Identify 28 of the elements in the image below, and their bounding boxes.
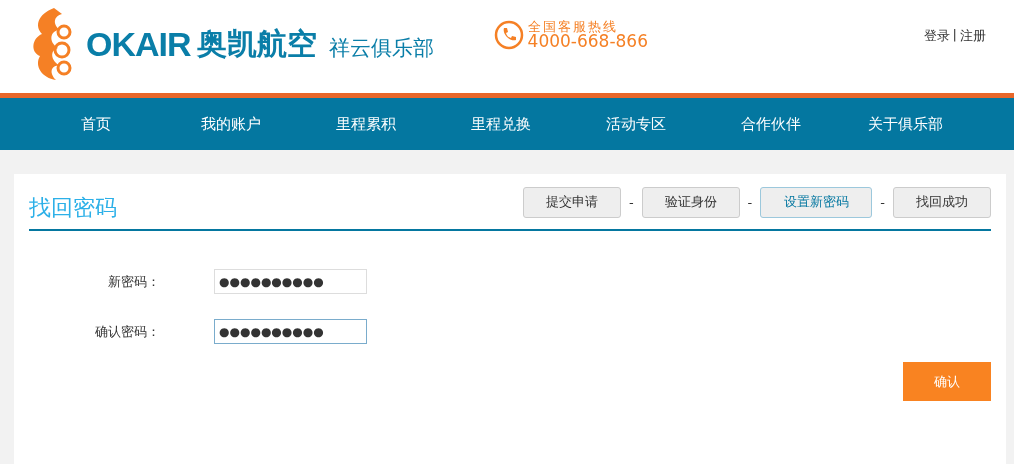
field-label: 新密码：: [107, 272, 160, 291]
nav-item[interactable]: 我的账户: [163, 98, 298, 150]
step-separator: -: [880, 194, 885, 210]
phone-icon: [493, 20, 524, 50]
step-tab[interactable]: 找回成功: [893, 186, 991, 218]
password-field[interactable]: ●●●●●●●●●●: [214, 319, 367, 344]
nav-item[interactable]: 合作伙伴: [703, 98, 838, 150]
nav-item[interactable]: 活动专区: [568, 98, 703, 150]
step-tab[interactable]: 设置新密码: [760, 186, 873, 218]
nav-item[interactable]: 里程累积: [298, 98, 433, 150]
step-tab[interactable]: 验证身份: [641, 186, 740, 218]
nav-item[interactable]: 首页: [28, 98, 163, 150]
nav-item[interactable]: 关于俱乐部: [838, 98, 973, 150]
password-field[interactable]: ●●●●●●●●●●: [214, 269, 367, 294]
link-separator: |: [952, 27, 957, 44]
page-title: 找回密码: [29, 194, 117, 222]
hotline-label: 全国客服热线: [527, 20, 618, 33]
logo-text: OKAIR: [86, 24, 191, 64]
login-link[interactable]: 登录: [923, 27, 950, 45]
field-label: 确认密码：: [94, 322, 160, 341]
step-separator: -: [628, 194, 634, 210]
club-name: 祥云俱乐部: [328, 35, 434, 62]
hotline-number: 4000-668-866: [527, 33, 648, 50]
step-separator: -: [747, 194, 753, 210]
step-tab[interactable]: 提交申请: [522, 186, 621, 218]
nav-item[interactable]: 里程兑换: [433, 98, 568, 150]
register-link[interactable]: 注册: [960, 27, 986, 45]
logo-chinese-text: 奥凯航空: [196, 24, 317, 63]
